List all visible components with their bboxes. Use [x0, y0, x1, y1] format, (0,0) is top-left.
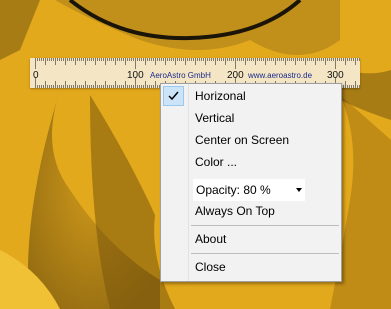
dropdown-arrow-icon — [296, 188, 302, 192]
menu-item-horizontal[interactable]: Horizonal — [161, 85, 341, 107]
ruler-tick-label-200: 200 — [227, 70, 244, 81]
menu-item-close[interactable]: Close — [161, 256, 341, 278]
context-menu: Horizonal Vertical Center on Screen Colo… — [160, 83, 342, 282]
menu-separator — [191, 225, 339, 226]
ruler-tick-label-0: 0 — [33, 70, 39, 81]
opacity-dropdown[interactable]: Opacity: 80 % — [193, 179, 305, 201]
menu-item-label: Horizonal — [195, 89, 246, 103]
menu-item-label: Color ... — [195, 155, 238, 169]
menu-item-label: Close — [195, 260, 226, 274]
menu-item-about[interactable]: About — [161, 228, 341, 250]
ruler-tick-label-100: 100 — [127, 70, 144, 81]
ruler-tick-label-300: 300 — [327, 70, 344, 81]
opacity-value: Opacity: 80 % — [196, 183, 271, 197]
checkmark-icon — [163, 86, 184, 106]
menu-item-label: Always On Top — [195, 204, 275, 218]
menu-item-color[interactable]: Color ... — [161, 151, 341, 173]
ruler-company-name: AeroAstro GmbH — [150, 71, 211, 80]
menu-item-center-on-screen[interactable]: Center on Screen — [161, 129, 341, 151]
menu-item-vertical[interactable]: Vertical — [161, 107, 341, 129]
ruler-website: www.aeroastro.de — [248, 71, 313, 80]
menu-item-label: Vertical — [195, 111, 235, 125]
menu-item-label: About — [195, 232, 227, 246]
menu-separator — [191, 253, 339, 254]
menu-item-always-on-top[interactable]: Always On Top — [161, 200, 341, 222]
menu-item-label: Center on Screen — [195, 133, 290, 147]
